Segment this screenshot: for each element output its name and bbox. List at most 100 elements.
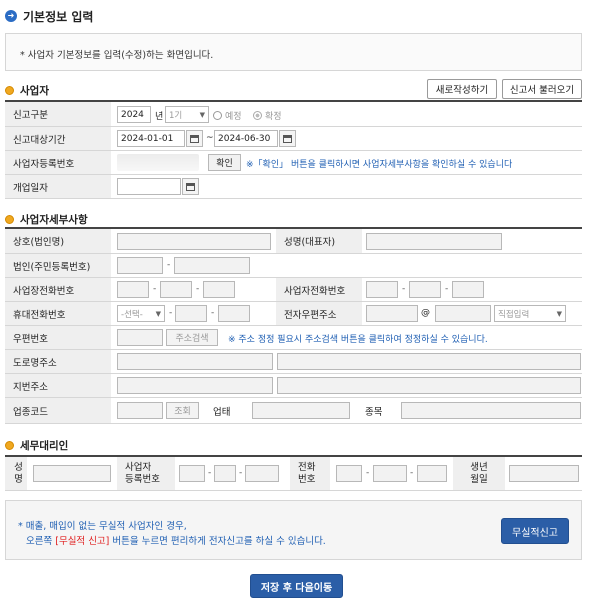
email-domain-select-value: 직접입력 [498, 309, 530, 320]
no-record-line2-pre: 오른쪽 [26, 536, 56, 547]
home-phone-3[interactable] [452, 281, 484, 298]
section-bullet-icon [5, 86, 14, 95]
corp-no-first-input[interactable] [117, 257, 163, 274]
agent-reg-2[interactable] [214, 465, 236, 482]
item-input[interactable] [401, 402, 581, 419]
business-type-input[interactable] [252, 402, 350, 419]
phone-row: 사업장전화번호 - - 사업자전화번호 - - [5, 278, 582, 302]
business-section-title: 사업자 [20, 85, 49, 97]
biz-phone-1[interactable] [117, 281, 149, 298]
email-domain-input[interactable] [435, 305, 491, 322]
item-label: 종목 [357, 398, 397, 423]
calendar-icon[interactable] [182, 178, 199, 195]
agent-phone-label-2: 번호 [298, 473, 316, 485]
save-next-button[interactable]: 저장 후 다음이동 [250, 574, 343, 598]
agent-phone-1[interactable] [336, 465, 362, 482]
email-domain-select[interactable]: 직접입력 ▼ [494, 305, 566, 322]
no-record-report-button[interactable]: 무실적신고 [501, 518, 569, 544]
industry-code-input[interactable] [117, 402, 163, 419]
report-type-row: 신고구분 2024 년 1기 ▼ 예정 확정 [5, 102, 582, 127]
load-report-button[interactable]: 신고서 불러오기 [502, 79, 582, 99]
mobile-2[interactable] [175, 305, 207, 322]
trade-name-row: 상호(법인명) 성명(대표자) [5, 229, 582, 254]
business-table: 신고구분 2024 년 1기 ▼ 예정 확정 신고대상기간 2024-01-01… [5, 100, 582, 199]
open-date-label: 개업일자 [5, 175, 111, 198]
no-record-line2: 오른쪽 [무실적 신고] 버튼을 누르면 편리하게 전자신고를 하실 수 있습니… [18, 534, 326, 549]
notice-text: * 사업자 기본정보를 입력(수정)하는 화면입니다. [20, 50, 214, 61]
agent-birth-label-2: 월일 [470, 473, 488, 485]
biz-phone-label: 사업장전화번호 [5, 278, 111, 301]
zip-hint: ※ 주소 정정 필요시 주소검색 버튼을 클릭하여 정정하실 수 있습니다. [228, 335, 488, 345]
mobile-row: 휴대전화번호 -선택- ▼ - - 전자우편주소 @ 직접입력 ▼ [5, 302, 582, 326]
home-phone-1[interactable] [366, 281, 398, 298]
home-phone-2[interactable] [409, 281, 441, 298]
lot-address-2[interactable] [277, 377, 581, 394]
agent-reg-label: 사업자 등록번호 [117, 457, 175, 490]
radio-confirm[interactable]: 확정 [253, 109, 282, 122]
chevron-down-icon: ▼ [556, 309, 562, 318]
biz-phone-2[interactable] [160, 281, 192, 298]
year-input[interactable]: 2024 [117, 106, 151, 123]
address-search-button[interactable]: 주소검색 [166, 329, 218, 346]
industry-code-label: 업종코드 [5, 398, 111, 423]
arrow-circle-icon: ➜ [5, 10, 17, 22]
rep-name-input[interactable] [366, 233, 502, 250]
date-to-input[interactable]: 2024-06-30 [214, 130, 278, 147]
road-address-row: 도로명주소 [5, 350, 582, 374]
mobile-label: 휴대전화번호 [5, 302, 111, 325]
no-record-text: * 매출, 매입이 없는 무실적 사업자인 경우, 오른쪽 [무실적 신고] 버… [18, 519, 326, 549]
period-select[interactable]: 1기 ▼ [165, 106, 209, 123]
road-address-1[interactable] [117, 353, 273, 370]
email-id-input[interactable] [366, 305, 418, 322]
mobile-3[interactable] [218, 305, 250, 322]
radio-icon [213, 111, 222, 120]
corp-no-row: 법인(주민등록번호) - [5, 254, 582, 278]
detail-table: 상호(법인명) 성명(대표자) 법인(주민등록번호) - 사업장전화번호 - -… [5, 227, 582, 424]
road-address-2[interactable] [277, 353, 581, 370]
calendar-icon[interactable] [279, 130, 296, 147]
zip-input[interactable] [117, 329, 163, 346]
email-label: 전자우편주소 [276, 302, 362, 325]
page-title: 기본정보 입력 [23, 9, 94, 24]
email-at: @ [421, 308, 430, 318]
radio-estimate-label: 예정 [225, 112, 242, 122]
radio-estimate[interactable]: 예정 [213, 109, 242, 122]
section-bullet-icon [5, 441, 14, 450]
agent-birth-label: 생년 월일 [453, 457, 505, 490]
no-record-line1: * 매출, 매입이 없는 무실적 사업자인 경우, [18, 521, 187, 532]
corp-no-second-input[interactable] [174, 257, 250, 274]
date-from-input[interactable]: 2024-01-01 [117, 130, 185, 147]
detail-section-title: 사업자세부사항 [20, 214, 88, 226]
new-form-button[interactable]: 새로작성하기 [427, 79, 497, 99]
period-label: 신고대상기간 [5, 127, 111, 150]
rep-name-label: 성명(대표자) [276, 229, 362, 253]
agent-reg-1[interactable] [179, 465, 205, 482]
open-date-row: 개업일자 [5, 175, 582, 199]
trade-name-input[interactable] [117, 233, 271, 250]
confirm-button[interactable]: 확인 [208, 154, 241, 171]
period-select-value: 1기 [169, 110, 183, 121]
lookup-button[interactable]: 조회 [166, 402, 199, 419]
agent-reg-label-1: 사업자 [125, 461, 152, 473]
calendar-icon[interactable] [186, 130, 203, 147]
biz-phone-3[interactable] [203, 281, 235, 298]
agent-name-label: 성 명 [5, 457, 27, 490]
agent-phone-2[interactable] [373, 465, 407, 482]
radio-confirm-label: 확정 [265, 112, 282, 122]
mobile-prefix-select[interactable]: -선택- ▼ [117, 305, 165, 322]
notice-box: * 사업자 기본정보를 입력(수정)하는 화면입니다. [5, 33, 582, 71]
agent-name-input[interactable] [33, 465, 111, 482]
radio-selected-icon [253, 111, 262, 120]
industry-row: 업종코드 조회 업태 종목 [5, 398, 582, 424]
agent-birth-input[interactable] [509, 465, 579, 482]
agent-phone-3[interactable] [417, 465, 447, 482]
open-date-input[interactable] [117, 178, 181, 195]
agent-phone-label: 전화 번호 [290, 457, 330, 490]
agent-reg-3[interactable] [245, 465, 279, 482]
agent-name-label-1: 성 [14, 461, 23, 473]
agent-name-label-2: 명 [14, 473, 23, 485]
page-title-bar: ➜ 기본정보 입력 [5, 7, 93, 25]
lot-address-1[interactable] [117, 377, 273, 394]
no-record-line2-post: 버튼을 누르면 편리하게 전자신고를 하실 수 있습니다. [109, 536, 326, 547]
agent-table: 성 명 사업자 등록번호 - - 전화 번호 - - 생년 월일 [5, 455, 582, 491]
